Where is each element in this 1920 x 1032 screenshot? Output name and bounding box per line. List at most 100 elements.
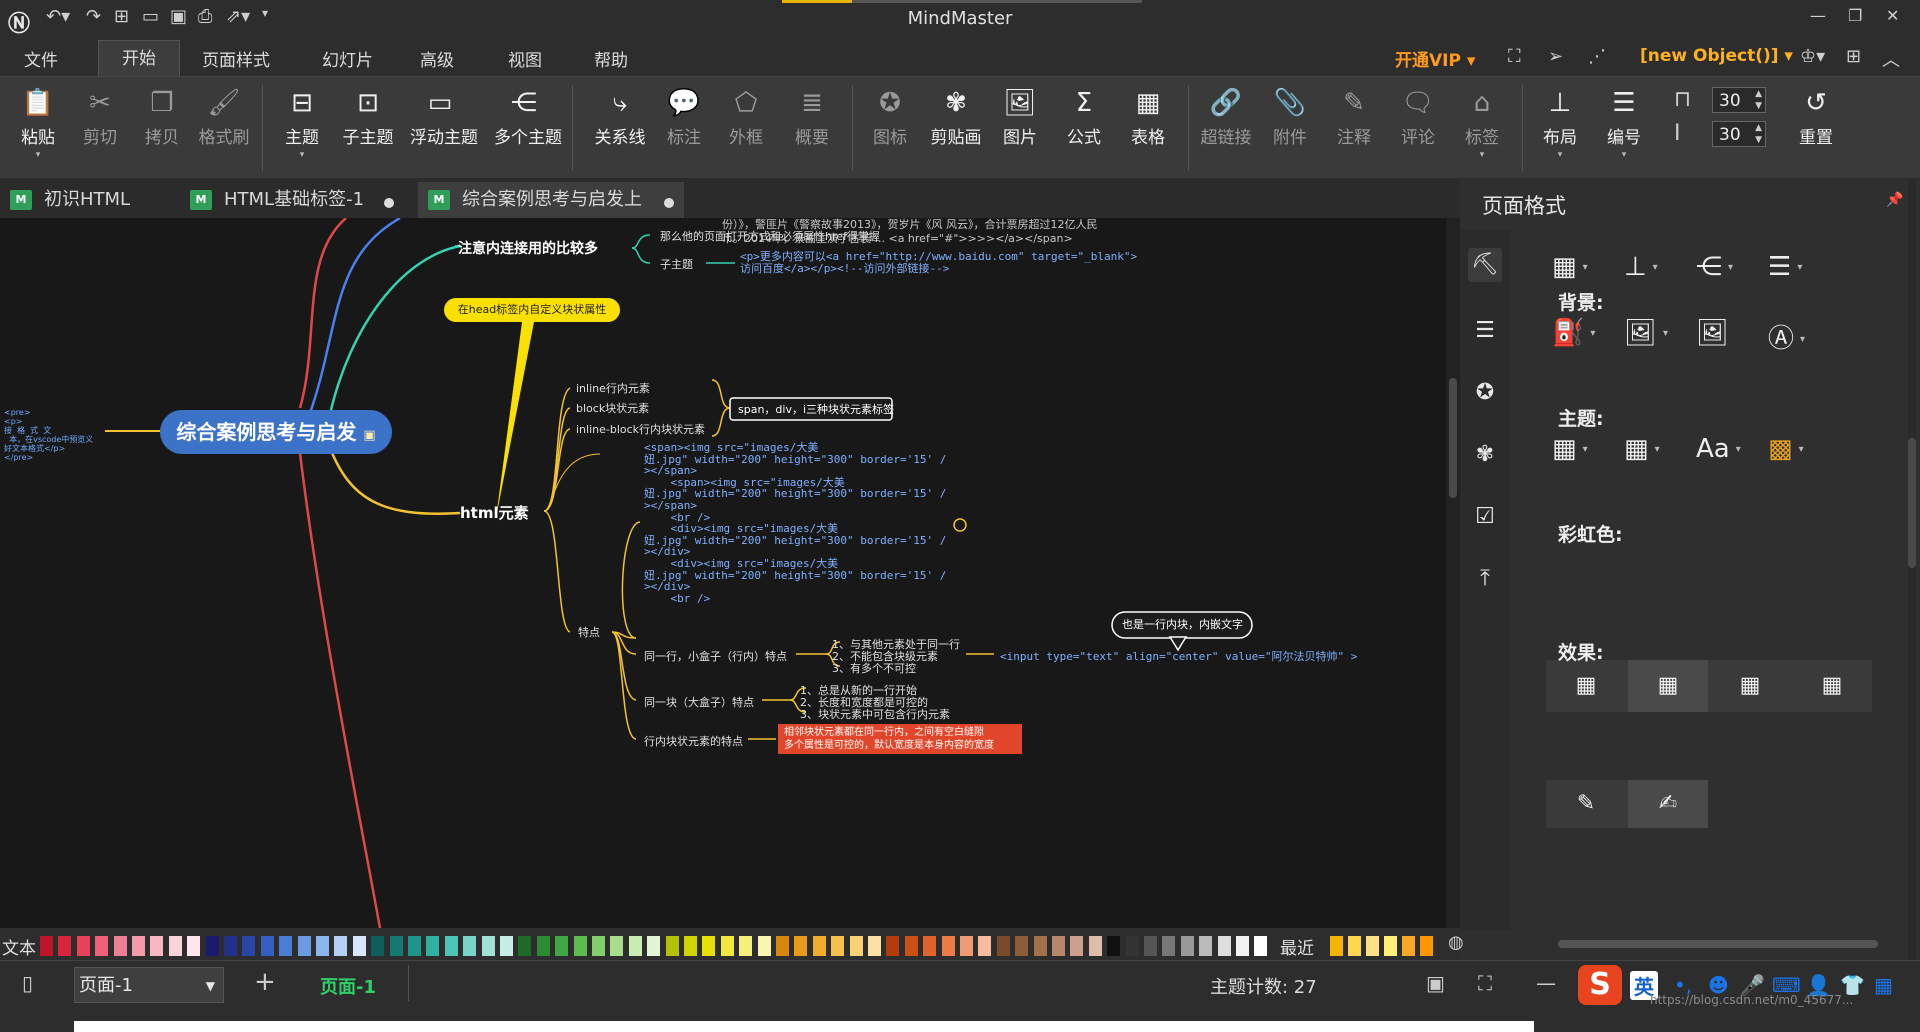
color-swatch[interactable] [40, 936, 53, 956]
doc-tab-active[interactable]: M 综合案例思考与启发上 [418, 182, 684, 218]
icon-button[interactable]: ✪ 图标 [860, 83, 920, 148]
color-swatch[interactable] [812, 936, 826, 956]
color-swatch[interactable] [113, 936, 127, 956]
note-icon[interactable]: ▣ [363, 428, 375, 443]
inline-block-note[interactable]: 相邻块状元素都在同一行内，之间有空白缝隙 多个属性是可控的，默认宽度是本身内容的… [778, 724, 1022, 754]
subtopic-text[interactable]: 同一行，小盒子（行内）特点 [644, 648, 787, 664]
subtopic-text[interactable]: block块状元素 [576, 400, 649, 416]
color-swatch[interactable] [978, 936, 992, 956]
color-swatch[interactable] [1217, 936, 1231, 956]
recent-color-swatch[interactable] [1420, 936, 1433, 956]
color-picker-icon[interactable]: ◍ [1448, 932, 1464, 953]
hyperlink-button[interactable]: 🔗 超链接 [1196, 83, 1256, 148]
color-swatch[interactable] [1199, 936, 1213, 956]
tag-button[interactable]: ⌂ 标签 ▾ [1452, 83, 1512, 160]
menu-help[interactable]: 帮助 [594, 46, 628, 71]
color-swatch[interactable] [371, 936, 385, 956]
export-icon[interactable]: ⤒ [1468, 562, 1502, 596]
menu-page-style[interactable]: 页面样式 [202, 46, 270, 71]
recent-color-swatch[interactable] [1330, 936, 1343, 956]
color-swatch[interactable] [684, 936, 697, 956]
subtopic-text[interactable]: 那么他的页面打开方式和必须属性href得掌握 [660, 228, 880, 244]
text-watermark-icon[interactable]: Ⓐ ▾ [1768, 318, 1805, 355]
color-swatch[interactable] [904, 936, 918, 956]
table-button[interactable]: ▦ 表格 [1118, 83, 1178, 148]
doc-tab[interactable]: M 初识HTML [0, 182, 180, 218]
color-swatch[interactable] [960, 936, 973, 956]
color-swatch[interactable] [665, 936, 679, 956]
summary-text[interactable]: span，div，i三种块状元素标签 [738, 401, 894, 417]
color-swatch[interactable] [187, 936, 201, 956]
color-swatch[interactable] [794, 936, 808, 956]
multi-topic-button[interactable]: ⋲ 多个主题 [494, 83, 562, 148]
copy-button[interactable]: ❐ 拷贝 [132, 83, 192, 148]
outline-list-icon[interactable]: ☰ [1468, 314, 1502, 348]
color-swatch[interactable] [628, 936, 642, 956]
picture-button[interactable]: 🖼 图片 [990, 83, 1050, 148]
color-swatch[interactable] [941, 936, 955, 956]
color-swatch[interactable] [1088, 936, 1102, 956]
topic-html-element[interactable]: html元素 [460, 502, 529, 523]
save-icon[interactable]: ▣ [170, 6, 187, 27]
clipart-button[interactable]: ✾ 剪贴画 [926, 83, 986, 148]
page-panel-icon[interactable]: ▯ [22, 971, 33, 995]
color-swatch[interactable] [168, 936, 182, 956]
subtopic-features[interactable]: 特点 [578, 624, 600, 640]
recent-color-swatch[interactable] [1402, 936, 1415, 956]
format-brush-button[interactable]: 🖌 格式刷 [194, 83, 254, 148]
connector-icon[interactable]: ⋲ ▾ [1696, 252, 1733, 282]
color-swatch[interactable] [334, 936, 348, 956]
central-topic[interactable]: 综合案例思考与启发 ▣ [160, 410, 392, 454]
color-swatch[interactable] [242, 936, 256, 956]
numbering-icon[interactable]: ☰ ▾ [1768, 252, 1802, 282]
page-tab[interactable]: 页面-1 [320, 973, 376, 999]
color-swatch[interactable] [573, 936, 587, 956]
print-icon[interactable]: ⎙ [198, 6, 212, 27]
layout-grid-icon[interactable]: ▦ ▾ [1552, 252, 1588, 282]
menu-slides[interactable]: 幻灯片 [322, 46, 373, 71]
floating-topic-button[interactable]: ▭ 浮动主题 [410, 83, 478, 148]
color-swatch[interactable] [1125, 936, 1139, 956]
color-swatch[interactable] [1070, 936, 1084, 956]
color-swatch[interactable] [518, 936, 532, 956]
new-icon[interactable]: ⊞ [114, 6, 129, 27]
color-swatch[interactable] [610, 936, 624, 956]
fill-bucket-icon[interactable]: ⛽ ▾ [1552, 318, 1595, 348]
color-swatch[interactable] [1180, 936, 1194, 956]
recent-color-swatch[interactable] [1348, 936, 1361, 956]
vertical-spacing-input[interactable]: 30 ▲ ▼ [1712, 121, 1766, 147]
color-swatch[interactable] [389, 936, 403, 956]
recent-color-swatch[interactable] [1366, 936, 1379, 956]
structure-icon[interactable]: ⊥ ▾ [1624, 252, 1658, 282]
fullscreen-icon[interactable]: ⛶ [1508, 46, 1521, 67]
unsaved-dot-icon[interactable] [664, 198, 674, 208]
color-swatch[interactable] [150, 936, 164, 956]
cut-button[interactable]: ✂ 剪切 [70, 83, 130, 148]
summary-button[interactable]: ≣ 概要 [782, 83, 842, 148]
subtopic-text[interactable]: 行内块状元素的特点 [644, 733, 743, 749]
subtopic-button[interactable]: ⊡ 子主题 [338, 83, 398, 148]
attachment-button[interactable]: 📎 附件 [1260, 83, 1320, 148]
color-swatch[interactable] [739, 936, 753, 956]
color-swatch[interactable] [76, 936, 90, 956]
rainbow-option-selected[interactable]: ▦ [1628, 660, 1708, 712]
callout-button[interactable]: 💬 标注 [654, 83, 714, 148]
page-format-icon[interactable]: ⛏ [1468, 248, 1502, 282]
color-swatch[interactable] [444, 936, 458, 956]
fullscreen-icon[interactable]: ⛶ [1478, 971, 1492, 995]
share-icon[interactable]: ⋰ [1588, 46, 1606, 67]
color-swatch[interactable] [831, 936, 845, 956]
color-swatch[interactable] [647, 936, 661, 956]
color-swatch[interactable] [260, 936, 274, 956]
color-swatch[interactable] [868, 936, 881, 956]
menu-advanced[interactable]: 高级 [420, 46, 454, 71]
vip-button[interactable]: 开通VIP ▾ [1395, 46, 1475, 71]
redo-icon[interactable]: ↷ [86, 6, 101, 27]
color-swatch[interactable] [886, 936, 900, 956]
horizontal-spacing-input[interactable]: 30 ▲ ▼ [1712, 87, 1766, 113]
color-swatch[interactable] [536, 936, 550, 956]
reset-button[interactable]: ↺ 重置 [1786, 83, 1846, 148]
color-swatch[interactable] [224, 936, 237, 956]
color-swatch[interactable] [1015, 936, 1029, 956]
color-swatch[interactable] [776, 936, 789, 956]
